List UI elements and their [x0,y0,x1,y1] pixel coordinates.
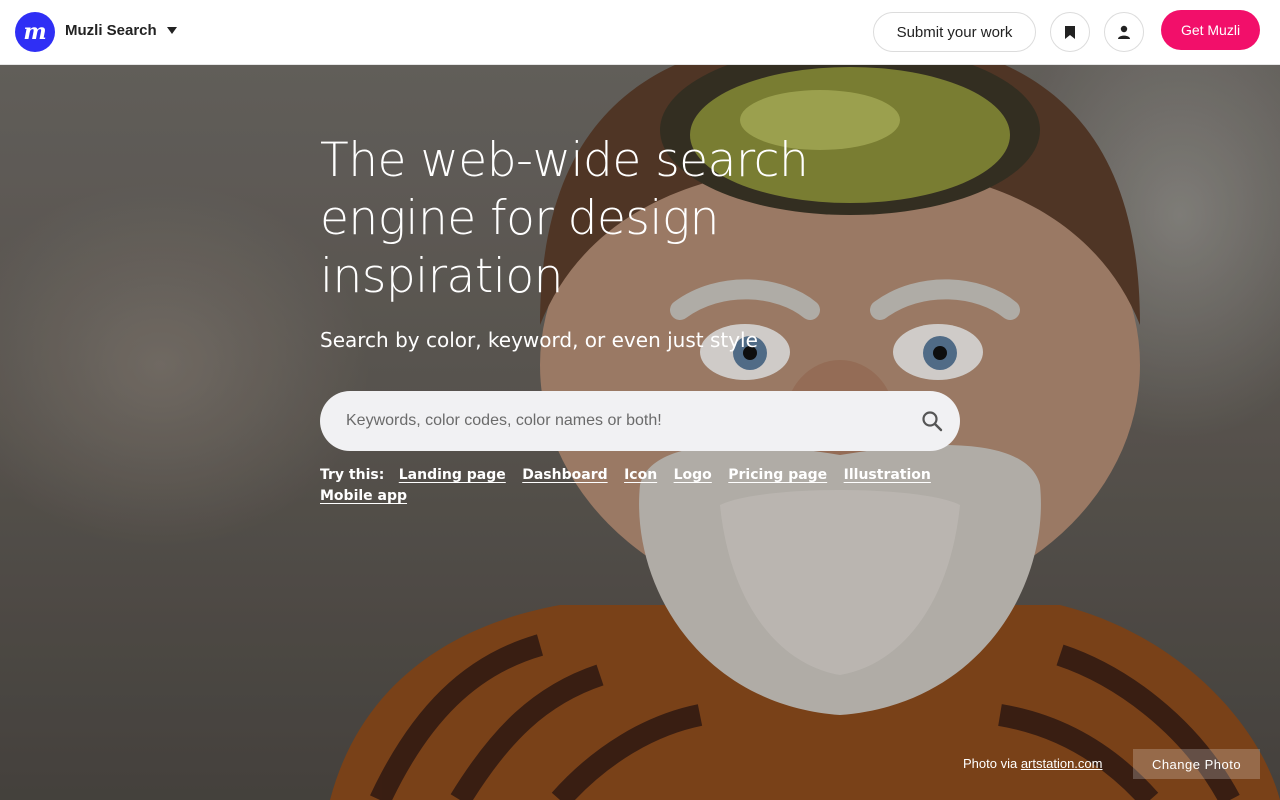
suggestion-pricing-page[interactable]: Pricing page [728,467,827,483]
search-icon[interactable] [920,409,944,433]
search-input[interactable] [346,412,906,430]
hero-subheadline: Search by color, keyword, or even just s… [320,328,758,352]
suggestion-dashboard[interactable]: Dashboard [522,467,607,483]
suggestion-landing-page[interactable]: Landing page [399,467,506,483]
bookmark-icon [1065,25,1075,39]
search-bar [320,391,960,451]
photo-credit-prefix: Photo via [963,756,1018,771]
hero-headline: The web-wide search engine for design in… [320,133,809,304]
try-this-label: Try this: [320,467,385,483]
bookmarks-button[interactable] [1050,12,1090,52]
change-photo-button[interactable]: Change Photo [1133,749,1260,779]
suggestion-mobile-app[interactable]: Mobile app [320,488,407,504]
hero-background: The web-wide search engine for design in… [0,65,1280,800]
submit-work-button[interactable]: Submit your work [873,12,1036,52]
suggestion-illustration[interactable]: Illustration [844,467,931,483]
brand-name: Muzli Search [65,22,157,39]
muzli-logo-icon[interactable]: m [15,12,55,52]
caret-down-icon [166,27,177,34]
suggestions-row: Try this: Landing page Dashboard Icon Lo… [320,465,960,507]
person-icon [1118,25,1130,39]
suggestion-logo[interactable]: Logo [674,467,712,483]
get-muzli-button[interactable]: Get Muzli [1161,10,1260,50]
account-button[interactable] [1104,12,1144,52]
photo-source-link[interactable]: artstation.com [1021,756,1103,771]
brand-menu[interactable]: Muzli Search [65,22,177,39]
suggestion-icon[interactable]: Icon [624,467,657,483]
photo-credit: Photo via artstation.com [963,756,1102,771]
top-navigation-bar: m Muzli Search Submit your work Get Muzl… [0,0,1280,65]
